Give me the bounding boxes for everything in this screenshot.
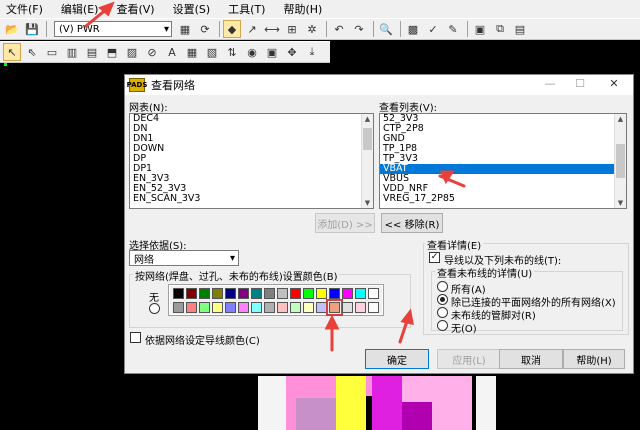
- annotation-arrow-head: [400, 308, 414, 325]
- annotation-arrows: [84, 1, 466, 352]
- annotation-arrow-head: [324, 314, 340, 330]
